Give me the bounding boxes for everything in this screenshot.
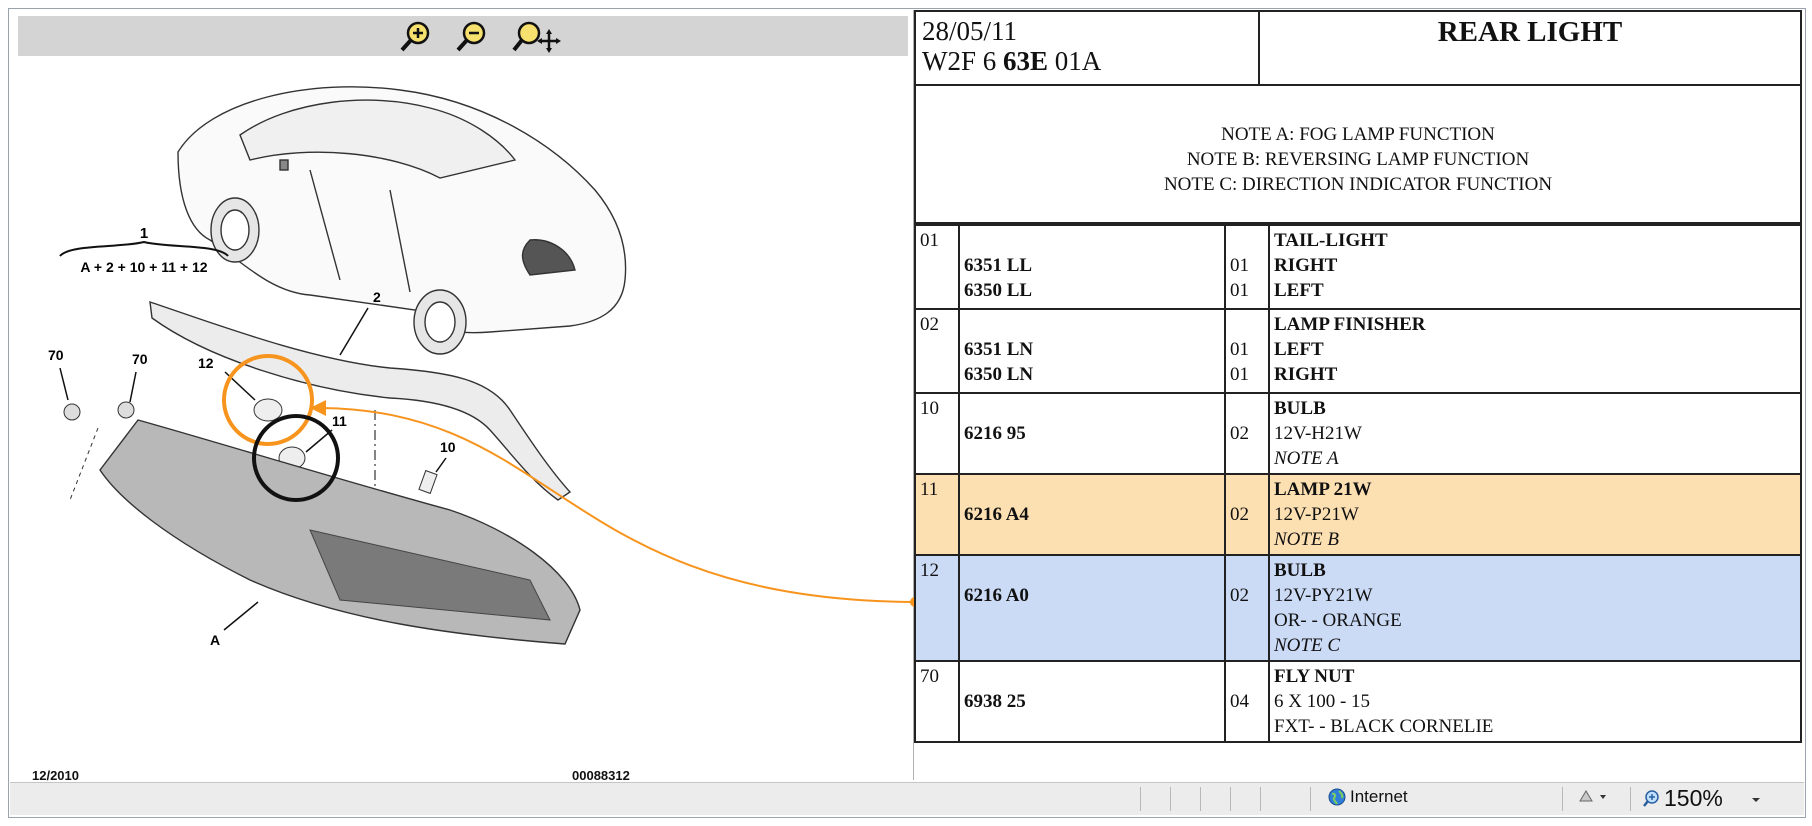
parts-table: 01 6351 LL 6350 LL 01 01 TAIL-LIGHT RIGHT LE… [914,224,1802,743]
zoom-toolbar [18,16,908,56]
zoom-value: 150% [1664,785,1723,811]
magnifier-move-icon[interactable] [512,20,562,54]
ref-cell: 6216 A0 [958,554,1226,662]
header-info: 28/05/11 W2F 6 63E 01A [914,10,1260,86]
note-a: NOTE A: FOG LAMP FUNCTION [1221,124,1495,145]
notes-block: NOTE A: FOG LAMP FUNCTION NOTE B: REVERS… [914,86,1802,224]
exploded-parts-diagram: 1 A + 2 + 10 + 11 + 12 2 70 70 12 11 10 … [48,86,627,648]
callout-2: 2 [373,289,381,305]
desc-cell: BULB 12V-H21W NOTE A [1268,392,1802,475]
ref-cell: 6216 A4 [958,473,1226,556]
desc-cell: FLY NUT 6 X 100 - 15 FXT- - BLACK CORNELIE [1268,660,1802,743]
ref-cell: 6351 LL 6350 LL [958,224,1226,310]
qty-cell: 02 [1224,473,1270,556]
callout-1: 1 [140,225,148,242]
desc-cell: TAIL-LIGHT RIGHT LEFT [1268,224,1802,310]
callout-A: A [210,632,220,648]
item-number: 11 [914,473,960,556]
callout-assembly-formula: A + 2 + 10 + 11 + 12 [80,259,207,275]
diagram-pane: 1 A + 2 + 10 + 11 + 12 2 70 70 12 11 10 … [10,10,914,783]
page-title: REAR LIGHT [1258,10,1802,86]
qty-cell: 04 [1224,660,1270,743]
zone-label: Internet [1350,787,1408,806]
globe-icon [1328,788,1346,806]
callout-10: 10 [440,439,456,455]
item-number: 70 [914,660,960,743]
qty-cell: 02 [1224,392,1270,475]
desc-cell: LAMP 21W 12V-P21W NOTE B [1268,473,1802,556]
fly-nut-parts: 70 70 [48,347,148,421]
zoom-level-control[interactable]: 150% [1642,785,1763,812]
table-row[interactable]: 01 6351 LL 6350 LL 01 01 TAIL-LIGHT RIGHT LE… [914,224,1802,310]
header-date: 28/05/11 [922,16,1018,46]
security-icon [1579,790,1606,802]
security-zone[interactable]: Internet [1328,787,1408,807]
header-code: W2F 6 63E 01A [922,46,1102,76]
callout-70-a: 70 [48,347,64,363]
magnifier-minus-icon[interactable] [454,20,490,54]
magnifier-plus-icon[interactable] [398,20,434,54]
status-bar: Internet 150% [10,782,1804,815]
desc-cell: LAMP FINISHER LEFT RIGHT [1268,308,1802,394]
item-number: 01 [914,224,960,310]
note-c: NOTE C: DIRECTION INDICATOR FUNCTION [1163,174,1553,195]
ref-cell: 6216 95 [958,392,1226,475]
qty-cell: 01 01 [1224,308,1270,394]
callout-12: 12 [198,355,214,371]
ref-cell: 6351 LN 6350 LN [958,308,1226,394]
item-number: 02 [914,308,960,394]
chevron-down-icon[interactable] [1749,794,1763,804]
note-b: NOTE B: REVERSING LAMP FUNCTION [1186,149,1530,170]
table-row[interactable]: 10 6216 95 02 BULB 12V-H21W NOTE A [914,392,1802,475]
qty-cell: 01 01 [1224,224,1270,310]
table-row[interactable]: 70 6938 25 04 FLY NUT 6 X 100 - 15 FXT- - … [914,660,1802,743]
desc-cell: BULB 12V-PY21W OR- - ORANGE NOTE C [1268,554,1802,662]
parts-pane: 28/05/11 W2F 6 63E 01A REAR LIGHT NOTE A… [914,10,1804,780]
tail-light-part: A [69,419,581,648]
table-row-highlighted[interactable]: 11 6216 A4 02 LAMP 21W 12V-P21W NOTE B [914,473,1802,556]
zoom-magnifier-icon [1643,789,1659,807]
diagram-code: 00088312 [572,768,630,783]
protected-mode-button[interactable] [1576,787,1616,812]
item-number: 10 [914,392,960,475]
ref-cell: 6938 25 [958,660,1226,743]
item-number: 12 [914,554,960,662]
callout-11: 11 [332,413,347,429]
table-row[interactable]: 02 6351 LN 6350 LN 01 01 LAMP FINISHER LEFT… [914,308,1802,394]
car-illustration [177,86,627,355]
table-row-selected[interactable]: 12 6216 A0 02 BULB 12V-PY21W OR- - ORANGE N… [914,554,1802,662]
callout-70-b: 70 [132,351,148,367]
qty-cell: 02 [1224,554,1270,662]
diagram-date: 12/2010 [32,768,79,783]
parts-header: 28/05/11 W2F 6 63E 01A REAR LIGHT [914,10,1802,86]
